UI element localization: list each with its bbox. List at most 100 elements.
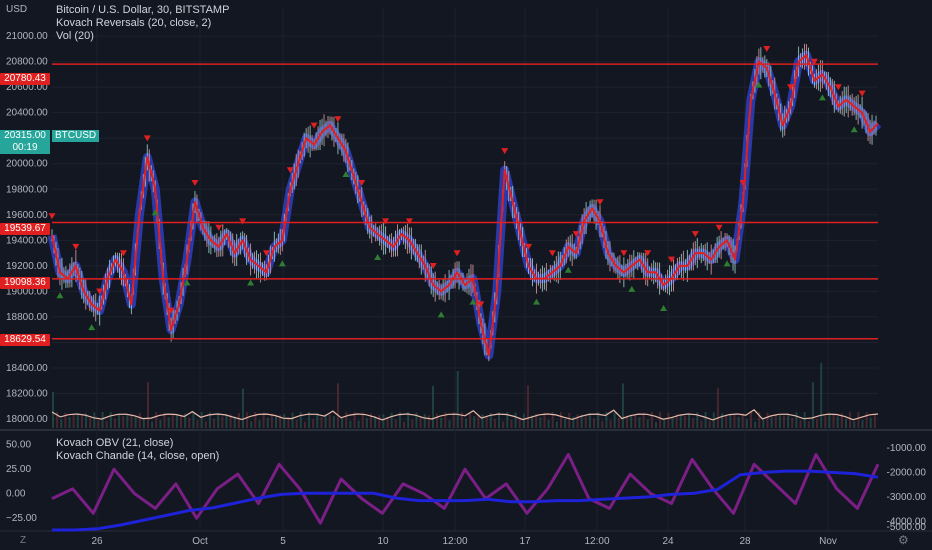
last-price-countdown: 00:19: [12, 142, 38, 153]
volume-bar: [828, 414, 831, 428]
time-tick-label: 28: [739, 536, 751, 547]
volume-bar: [336, 383, 339, 428]
legend-kovach-chande[interactable]: Kovach Chande (14, close, open): [56, 450, 219, 463]
sell-reversal-marker: [548, 250, 556, 257]
volume-bar: [762, 419, 765, 428]
time-tick-label: 5: [280, 536, 286, 547]
sell-reversal-marker: [310, 122, 318, 129]
volume-bar: [196, 420, 199, 428]
volume-bar: [659, 412, 662, 428]
legend-symbol-title[interactable]: Bitcoin / U.S. Dollar, 30, BITSTAMP: [56, 4, 229, 17]
volume-bar: [721, 413, 724, 428]
volume-bar: [783, 415, 786, 428]
volume-bar: [237, 413, 240, 428]
price-tick-label: 18200.00: [6, 389, 48, 400]
sell-reversal-marker: [48, 213, 56, 220]
volume-bar: [266, 417, 269, 428]
volume-bar: [671, 416, 674, 428]
volume-bar: [617, 417, 620, 428]
volume-bar: [283, 413, 286, 428]
volume-bar: [427, 415, 430, 428]
volume-bar: [126, 414, 129, 428]
volume-bar: [113, 418, 116, 428]
gear-icon[interactable]: ⚙: [898, 533, 909, 547]
price-tick-label: 21000.00: [6, 31, 48, 42]
legend-kovach-reversals[interactable]: Kovach Reversals (20, close, 2): [56, 17, 229, 30]
volume-bar: [799, 420, 802, 428]
volume-bar: [568, 412, 571, 428]
volume-bar: [733, 414, 736, 428]
level-badge-1: 20780.43: [0, 73, 50, 85]
volume-bar: [861, 420, 864, 428]
buy-reversal-marker: [374, 253, 382, 260]
volume-bar: [151, 421, 154, 428]
volume-bar: [200, 412, 203, 428]
chande-tick-label: 50.00: [6, 440, 31, 451]
volume-bar: [716, 388, 719, 428]
time-tick-label: Nov: [819, 536, 837, 547]
sell-reversal-marker: [239, 218, 247, 225]
volume-bar: [754, 421, 757, 428]
corner-label[interactable]: Z: [20, 535, 26, 546]
volume-bar: [621, 383, 624, 428]
buy-reversal-marker: [850, 126, 858, 133]
buy-reversal-marker: [660, 305, 668, 312]
volume-bar: [514, 412, 517, 428]
obv-tick-label: -2000.00: [887, 468, 927, 479]
volume-bar: [807, 421, 810, 428]
volume-bar: [105, 420, 108, 428]
volume-bar: [778, 415, 781, 428]
legend-kovach-obv[interactable]: Kovach OBV (21, close): [56, 437, 219, 450]
volume-bar: [601, 421, 604, 428]
buy-reversal-marker: [532, 298, 540, 305]
volume-bar: [725, 416, 728, 428]
volume-bar: [76, 415, 79, 428]
volume-bar: [473, 416, 476, 428]
volume-bar: [299, 412, 302, 428]
volume-bar: [564, 418, 567, 428]
price-tick-label: 20000.00: [6, 159, 48, 170]
currency-label: USD: [6, 4, 28, 15]
buy-reversal-marker: [247, 279, 255, 286]
volume-bar: [436, 413, 439, 428]
volume-bar: [60, 419, 63, 428]
legend-sub: Kovach OBV (21, close) Kovach Chande (14…: [56, 437, 219, 463]
volume-bar: [692, 418, 695, 428]
volume-bar: [328, 414, 331, 428]
sell-reversal-marker: [215, 224, 223, 231]
chart-canvas[interactable]: 21000.0020800.0020600.0020400.0020200.00…: [0, 0, 932, 550]
volume-bar: [431, 385, 434, 428]
volume-bar: [576, 414, 579, 428]
volume-bar: [250, 421, 253, 428]
volume-bar: [320, 416, 323, 428]
volume-bar: [291, 412, 294, 428]
buy-reversal-marker: [88, 324, 96, 331]
buy-reversal-marker: [56, 292, 64, 299]
volume-bar: [155, 412, 158, 428]
volume-bar: [465, 418, 467, 428]
sell-reversal-marker: [763, 46, 771, 52]
sell-reversal-marker: [596, 199, 604, 206]
sell-reversal-marker: [405, 218, 413, 225]
volume-bar: [349, 420, 352, 428]
price-tick-label: 19600.00: [6, 210, 48, 221]
price-tick-label: 19200.00: [6, 261, 48, 272]
price-tick-label: 18800.00: [6, 312, 48, 323]
volume-bar: [97, 420, 100, 428]
volume-bar: [118, 413, 121, 428]
obv-tick-label: -5000.00: [887, 522, 927, 533]
volume-bar: [737, 416, 740, 428]
chande-tick-label: 25.00: [6, 464, 31, 475]
volume-bar: [403, 421, 406, 428]
volume-bar: [493, 418, 496, 428]
volume-bar: [241, 388, 244, 428]
volume-bar: [836, 416, 839, 428]
volume-bar: [341, 418, 344, 428]
volume-bar: [101, 412, 104, 428]
legend-volume[interactable]: Vol (20): [56, 30, 229, 43]
volume-bar: [138, 412, 141, 428]
obv-tick-label: -1000.00: [887, 443, 927, 454]
volume-bar: [130, 414, 133, 428]
volume-bar: [142, 419, 145, 428]
volume-bar: [646, 419, 649, 428]
